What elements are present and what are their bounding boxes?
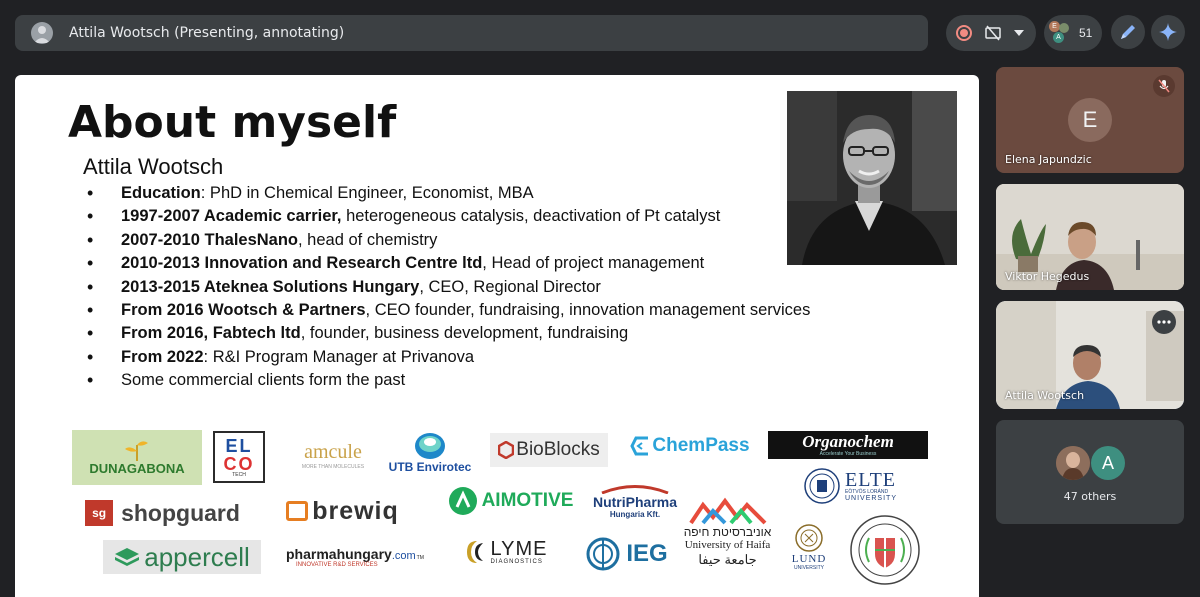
participant-name: Elena Japundzic bbox=[1005, 153, 1092, 166]
presenter-label: Attila Wootsch (Presenting, annotating) bbox=[69, 25, 345, 41]
elte-text: ELTE bbox=[844, 469, 897, 491]
logo-nutripharma: NutriPharma Hungaria Kft. bbox=[585, 478, 685, 524]
nutripharma-sub: Hungaria Kft. bbox=[609, 509, 661, 519]
chevron-down-icon[interactable] bbox=[1014, 30, 1024, 36]
slide-title: About myself bbox=[68, 97, 397, 148]
haifa-hebrew: אוניברסיטת חיפה bbox=[683, 524, 772, 539]
logo-aimotive: AIMOTIVE bbox=[443, 485, 578, 517]
ieg-text: IEG bbox=[626, 540, 668, 567]
logo-elte: ELTE EÖTVÖS LORÁND UNIVERSITY bbox=[795, 465, 905, 507]
bullet-item: 2013-2015 Ateknea Solutions Hungary, CEO… bbox=[87, 276, 810, 300]
logo-utb-envirotec: UTB Envirotec bbox=[388, 429, 472, 477]
nutripharma-text: NutriPharma bbox=[592, 493, 678, 510]
shopguard-text: shopguard bbox=[121, 499, 240, 526]
bullet-item: 1997-2007 Academic carrier, heterogeneou… bbox=[87, 205, 810, 229]
lyme-text-block: LYME DIAGNOSTICS bbox=[491, 539, 548, 565]
others-initial-avatar: A bbox=[1091, 446, 1125, 480]
haifa-english: University of Haifa bbox=[684, 538, 771, 551]
slide-subtitle: Attila Wootsch bbox=[83, 154, 224, 179]
gemini-button[interactable] bbox=[1151, 15, 1185, 49]
chempass-text: ChemPass bbox=[652, 435, 750, 456]
more-options-button[interactable] bbox=[1152, 310, 1176, 334]
haifa-arabic: جامعة حيفا bbox=[698, 551, 757, 567]
lyme-text: LYME bbox=[490, 538, 548, 560]
sparkle-icon bbox=[1159, 23, 1177, 41]
captions-off-icon[interactable] bbox=[984, 24, 1002, 42]
presenter-photo bbox=[787, 91, 957, 265]
lyme-subtext: DIAGNOSTICS bbox=[490, 559, 543, 565]
logo-university-of-haifa: אוניברסיטת חיפה University of Haifa جامع… bbox=[680, 494, 775, 569]
mini-avatar-a: A bbox=[1053, 32, 1064, 43]
participant-tile-viktor[interactable]: Viktor Hegedus bbox=[996, 184, 1184, 290]
pen-icon bbox=[1121, 25, 1135, 39]
utb-text: UTB Envirotec bbox=[388, 460, 472, 474]
brewiq-mark bbox=[286, 501, 309, 521]
presentation-banner[interactable]: Attila Wootsch (Presenting, annotating) bbox=[15, 15, 928, 51]
elco-text-top: EL bbox=[225, 435, 253, 456]
participant-tile-elena[interactable]: E Elena Japundzic bbox=[996, 67, 1184, 173]
bioblocks-text: BioBlocks bbox=[516, 439, 600, 460]
bullet-list: Education: PhD in Chemical Engineer, Eco… bbox=[87, 182, 810, 393]
logo-pharmahungary: pharmahungary .com TM INNOVATIVE R&D SER… bbox=[286, 542, 431, 572]
more-icon bbox=[1157, 320, 1171, 324]
participant-tile-attila[interactable]: Attila Wootsch bbox=[996, 301, 1184, 409]
logo-bioblocks: BioBlocks bbox=[490, 433, 608, 467]
bullet-item: From 2016, Fabtech ltd, founder, busines… bbox=[87, 322, 810, 346]
pharmahungary-wordmark: pharmahungary .com TM bbox=[286, 546, 424, 562]
pharmahungary-tm: TM bbox=[416, 555, 424, 561]
recording-controls bbox=[946, 15, 1036, 51]
bullet-item: 2007-2010 ThalesNano, head of chemistry bbox=[87, 229, 810, 253]
bullet-item: From 2016 Wootsch & Partners, CEO founde… bbox=[87, 299, 810, 323]
logo-lund-university: LUND UNIVERSITY bbox=[783, 519, 835, 575]
logo-organochem: Organochem Accelerate Your Business bbox=[768, 431, 928, 459]
shopguard-sg: sg bbox=[85, 500, 114, 526]
organochem-text: Organochem bbox=[802, 432, 894, 451]
logo-amcule: amcule MORE THAN MOLECULES bbox=[283, 440, 383, 470]
logo-brewiq: brewiq bbox=[265, 495, 420, 527]
aimotive-text: AIMOTIVE bbox=[481, 490, 574, 511]
others-photo-avatar bbox=[1056, 446, 1090, 480]
dunagabona-text: DUNAGABONA bbox=[89, 461, 185, 476]
record-icon[interactable] bbox=[956, 25, 972, 41]
bullet-item: Some commercial clients form the past bbox=[87, 369, 810, 393]
logo-lyme-diagnostics: LYME DIAGNOSTICS bbox=[450, 535, 560, 569]
amcule-text: amcule bbox=[304, 440, 362, 463]
participants-button[interactable]: E A 51 bbox=[1044, 15, 1102, 51]
participant-name: Viktor Hegedus bbox=[1005, 270, 1090, 283]
appercell-text: appercell bbox=[144, 541, 250, 572]
participant-avatars: E A bbox=[1048, 21, 1070, 45]
participant-count: 51 bbox=[1079, 26, 1093, 40]
pharmahungary-tagline: INNOVATIVE R&D SERVICES bbox=[296, 562, 378, 568]
pharmahungary-text: pharmahungary bbox=[286, 546, 392, 562]
logo-shopguard: sg shopguard bbox=[80, 497, 245, 529]
lund-text: LUND bbox=[791, 553, 827, 565]
presenter-avatar bbox=[31, 22, 53, 44]
elco-text-bottom: CO bbox=[223, 453, 255, 474]
amcule-tagline: MORE THAN MOLECULES bbox=[301, 463, 365, 470]
others-tile[interactable]: A 47 others bbox=[996, 420, 1184, 524]
others-label: 47 others bbox=[1063, 490, 1117, 503]
bullet-item: 2010-2013 Innovation and Research Centre… bbox=[87, 252, 810, 276]
logo-appercell: appercell bbox=[103, 540, 261, 574]
bullet-item: Education: PhD in Chemical Engineer, Eco… bbox=[87, 182, 810, 206]
logo-elco: EL CO TECH bbox=[213, 431, 265, 483]
mic-off-icon bbox=[1153, 75, 1175, 97]
lund-subtext: UNIVERSITY bbox=[793, 565, 824, 571]
brewiq-text: brewiq bbox=[312, 496, 399, 525]
logo-chempass: ChemPass bbox=[625, 430, 753, 462]
logo-dunagabona: DUNAGABONA bbox=[72, 430, 202, 485]
logo-ieg: IEG bbox=[582, 536, 672, 572]
organochem-tagline: Accelerate Your Business bbox=[819, 451, 877, 457]
pharmahungary-com: .com bbox=[391, 550, 416, 562]
presented-slide: About myself Attila Wootsch Education: P… bbox=[15, 75, 979, 597]
elena-avatar: E bbox=[1068, 98, 1112, 142]
elte-text-block: ELTE EÖTVÖS LORÁND UNIVERSITY bbox=[845, 470, 897, 502]
elco-tech: TECH bbox=[232, 471, 246, 478]
participant-name: Attila Wootsch bbox=[1005, 389, 1085, 402]
annotate-button[interactable] bbox=[1111, 15, 1145, 49]
elte-subtext-2: UNIVERSITY bbox=[844, 495, 897, 502]
bullet-item: From 2022: R&I Program Manager at Privan… bbox=[87, 346, 810, 370]
logo-semmelweis-seal bbox=[848, 513, 922, 587]
